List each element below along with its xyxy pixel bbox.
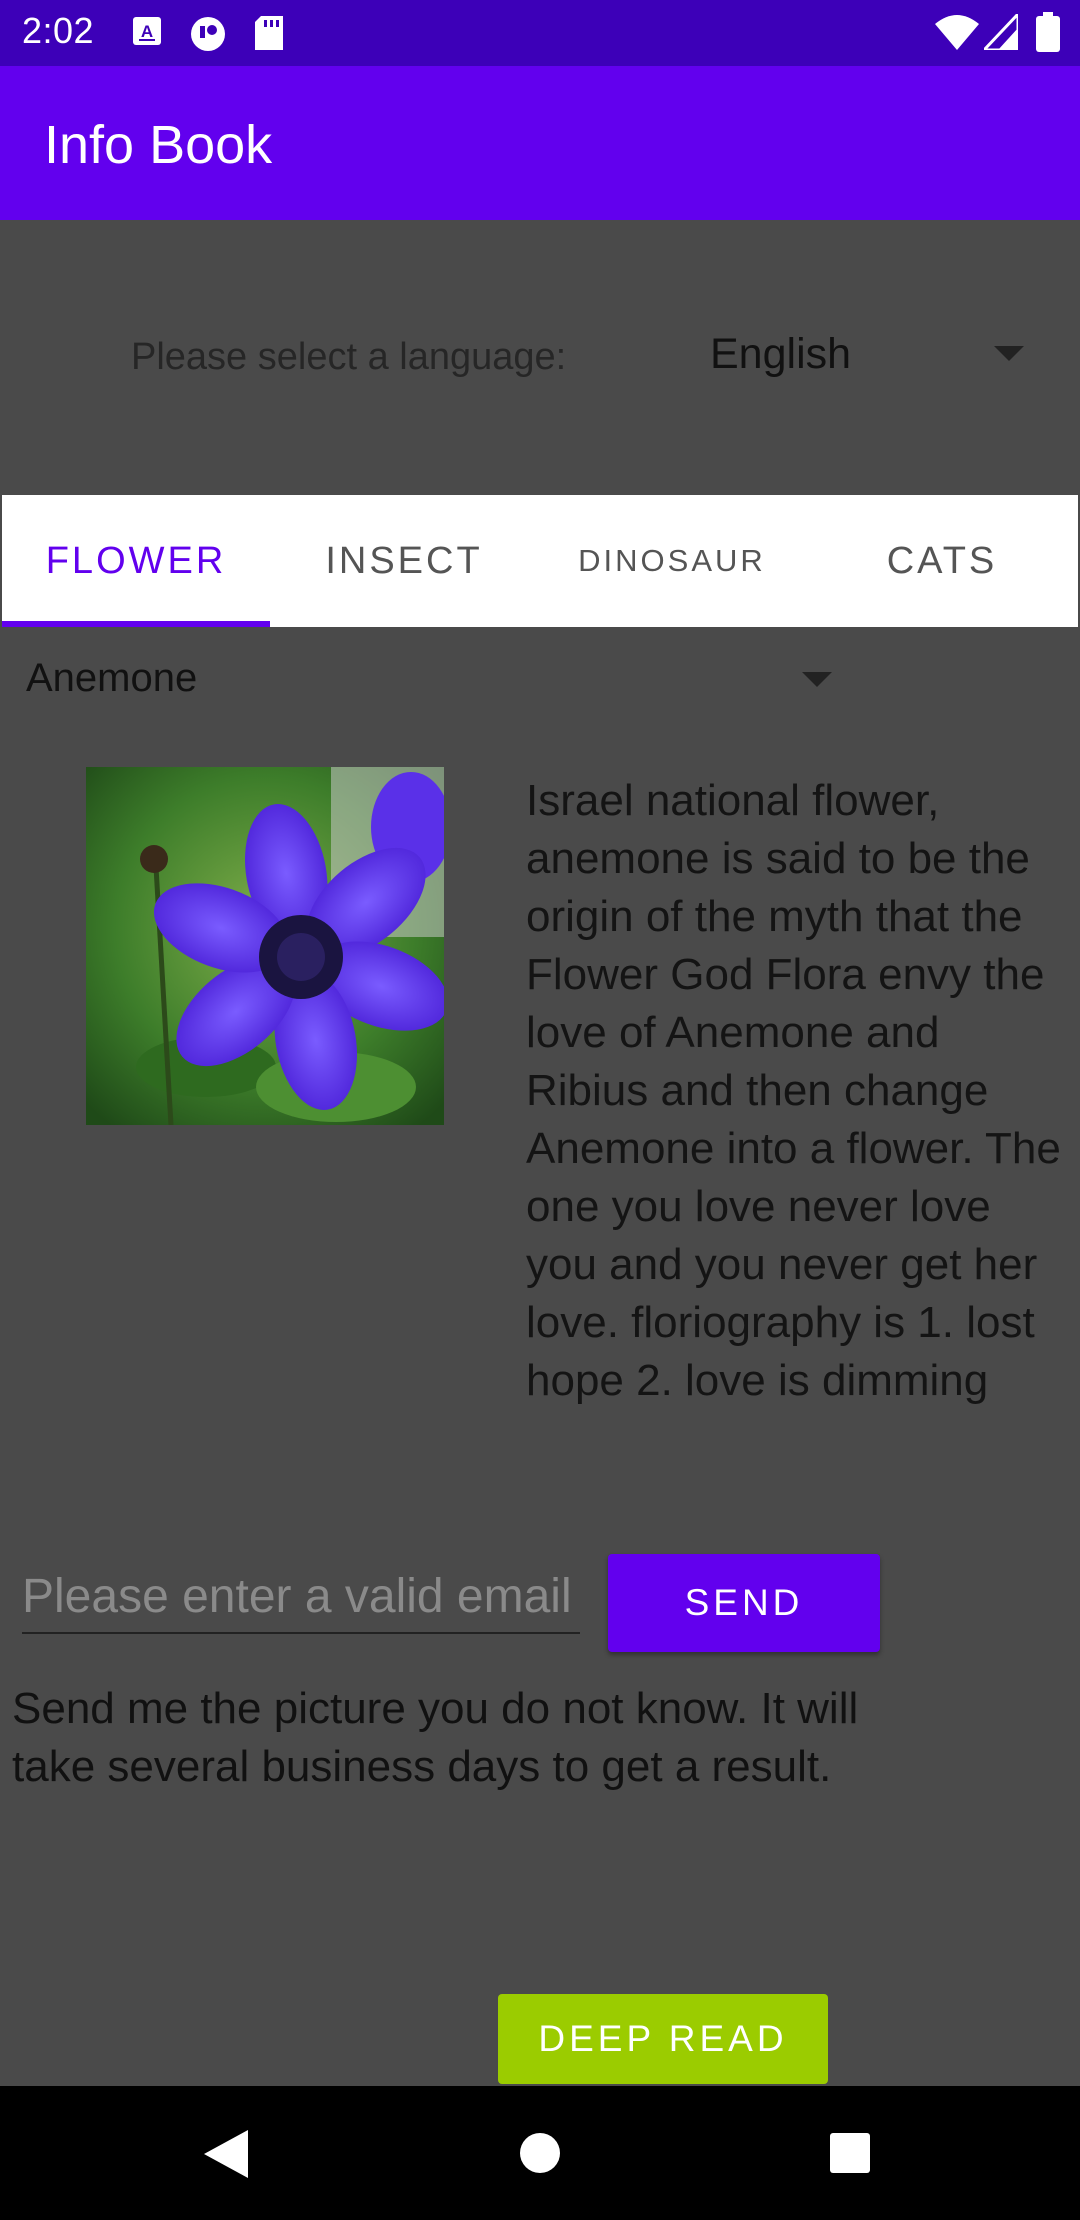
item-dropdown[interactable]: Anemone [0, 640, 860, 720]
language-label: Please select a language: [131, 336, 567, 378]
tab-bar: FLOWER INSECT DINOSAUR CATS [2, 495, 1078, 627]
item-selected-value: Anemone [26, 656, 198, 700]
tab-label: DINOSAUR [578, 543, 766, 578]
tab-label: FLOWER [45, 539, 227, 582]
sd-card-icon [255, 16, 283, 55]
info-text: Send me the picture you do not know. It … [12, 1684, 859, 1791]
tab-cats[interactable]: CATS [806, 495, 1078, 627]
flower-description: Israel national flower, anemone is said … [526, 776, 1061, 1405]
wifi-icon [935, 14, 979, 55]
tab-insect[interactable]: INSECT [270, 495, 538, 627]
language-selected-value: English [710, 330, 852, 378]
signal-icon [980, 10, 1020, 55]
status-time: 2:02 [22, 10, 95, 51]
email-field[interactable] [22, 1560, 580, 1634]
navigation-bar [0, 2086, 1080, 2220]
deep-read-button[interactable]: DEEP READ [498, 1994, 828, 2084]
tab-flower[interactable]: FLOWER [2, 495, 270, 627]
chevron-down-icon [802, 672, 832, 687]
keyboard-a-icon: A [132, 16, 162, 51]
app-title: Info Book [44, 115, 273, 175]
back-icon[interactable] [204, 2130, 248, 2183]
tab-indicator [2, 621, 270, 627]
svg-text:A: A [141, 22, 153, 41]
status-bar: 2:02 A [0, 0, 1080, 66]
recents-icon[interactable] [829, 2132, 871, 2179]
chevron-down-icon [994, 346, 1024, 361]
app-bar: Info Book [0, 66, 1080, 220]
description-scroll[interactable]: Israel national flower, anemone is said … [526, 772, 1066, 1500]
tab-dinosaur[interactable]: DINOSAUR [538, 495, 806, 627]
tab-label: INSECT [325, 539, 483, 582]
media-icon [190, 16, 226, 57]
home-icon[interactable] [519, 2132, 561, 2179]
battery-icon [1036, 12, 1060, 57]
language-dropdown[interactable]: English [700, 320, 1040, 392]
send-button[interactable]: SEND [608, 1554, 880, 1652]
tab-label: CATS [886, 539, 998, 582]
flower-image [86, 767, 444, 1125]
